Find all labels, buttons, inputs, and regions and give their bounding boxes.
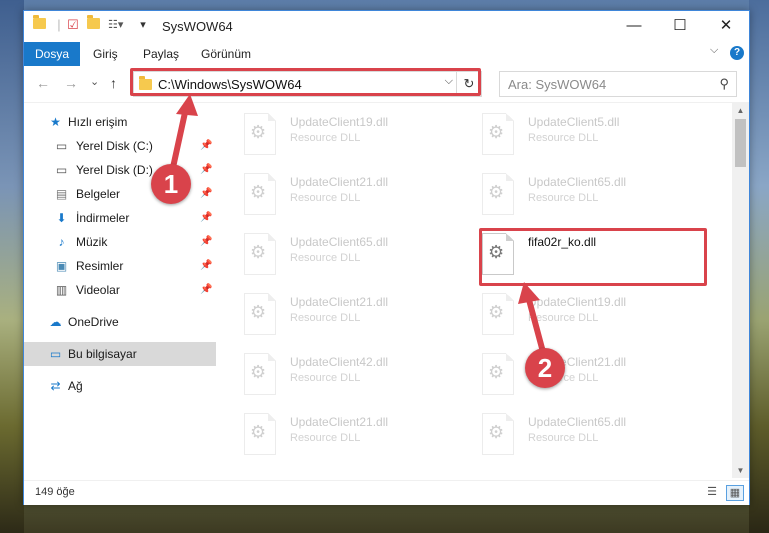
step-marker-two: 2 bbox=[525, 348, 565, 388]
step-marker-one: 1 bbox=[151, 164, 191, 204]
annotation-arrows bbox=[169, 94, 546, 355]
